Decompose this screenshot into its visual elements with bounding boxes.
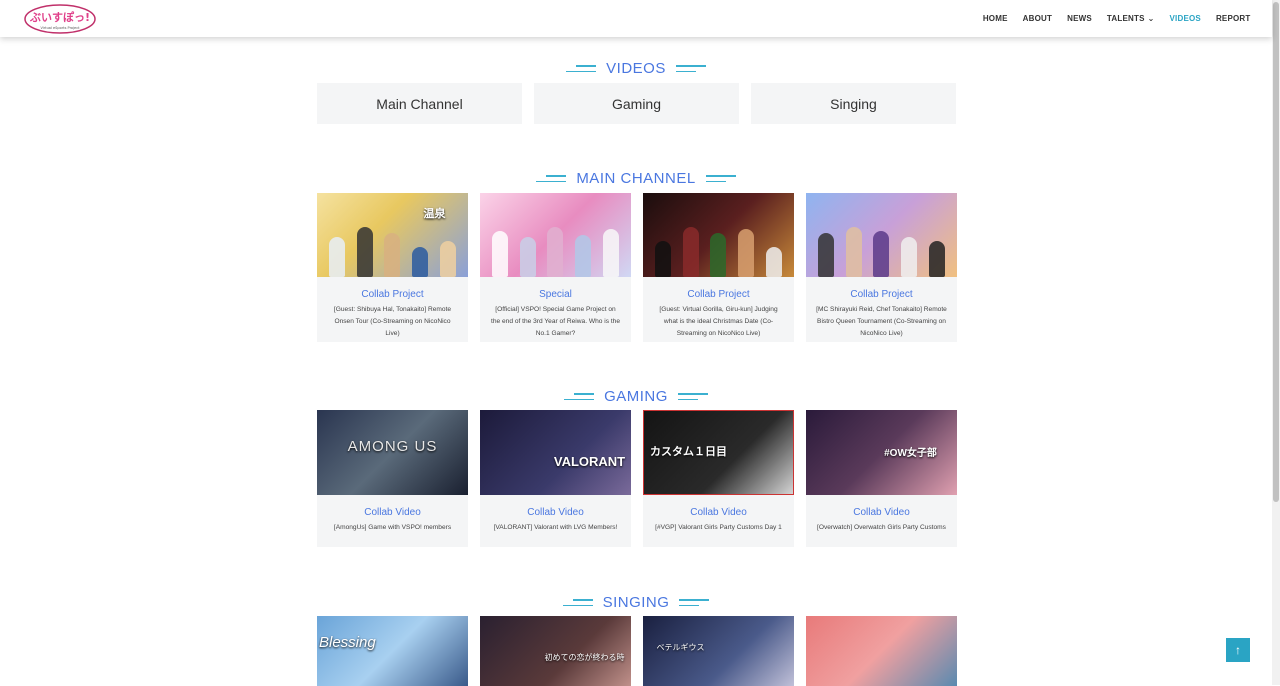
scroll-thumb[interactable] (1273, 2, 1279, 502)
title-decoration-icon (566, 64, 597, 73)
video-card[interactable]: 初めての恋が終わる時 (480, 616, 631, 686)
video-card[interactable]: 温泉 Collab Project [Guest: Shibuya Hal, T… (317, 193, 468, 342)
video-card[interactable]: Collab Project [Guest: Virtual Gorilla, … (643, 193, 794, 342)
title-decoration-icon (679, 598, 710, 607)
arrow-up-icon: ↑ (1235, 643, 1241, 657)
video-thumbnail[interactable] (806, 616, 957, 686)
nav-videos[interactable]: VIDEOS (1162, 14, 1208, 23)
videos-title-text: VIDEOS (606, 60, 666, 77)
video-thumbnail[interactable]: ベテルギウス (643, 616, 794, 686)
video-description: [#VGP] Valorant Girls Party Customs Day … (655, 524, 782, 531)
nav-about[interactable]: ABOUT (1015, 14, 1059, 23)
singing-title-text: SINGING (602, 594, 670, 611)
video-card[interactable]: Collab Project [MC Shirayuki Reid, Chef … (806, 193, 957, 342)
thumbnail-text: カスタム１日目 (650, 446, 727, 458)
nav-links: HOME ABOUT NEWS TALENTS ⌄ VIDEOS REPORT (975, 0, 1258, 37)
gaming-section-title: GAMING (0, 388, 1272, 405)
nav-videos-label: VIDEOS (1169, 14, 1201, 23)
video-thumbnail[interactable] (643, 193, 794, 277)
main-channel-title-text: MAIN CHANNEL (576, 170, 696, 187)
video-description: [Official] VSPO! Special Game Project on… (490, 306, 621, 337)
chevron-down-icon: ⌄ (1147, 13, 1155, 23)
svg-text:Virtual eSports Project: Virtual eSports Project (40, 26, 80, 30)
back-to-top-button[interactable]: ↑ (1226, 638, 1250, 662)
thumbnail-text: AMONG US (347, 438, 438, 455)
nav-home-label: HOME (982, 14, 1008, 23)
video-card[interactable]: VALORANT Collab Video [VALORANT] Valoran… (480, 410, 631, 547)
video-description: [VALORANT] Valorant with LVG Members! (493, 524, 618, 531)
gaming-title-text: GAMING (604, 388, 668, 405)
videos-section-title: VIDEOS (0, 60, 1272, 77)
title-decoration-icon (562, 598, 593, 607)
video-thumbnail[interactable]: #OW女子部 (806, 410, 957, 495)
video-tag: Collab Video (690, 507, 747, 518)
video-description: [Guest: Virtual Gorilla, Giru-kun] Judgi… (659, 306, 778, 337)
video-card[interactable]: カスタム１日目 Collab Video [#VGP] Valorant Gir… (643, 410, 794, 547)
video-description: [Overwatch] Overwatch Girls Party Custom… (817, 524, 946, 531)
video-tag: Collab Video (527, 507, 584, 518)
category-singing-button[interactable]: Singing (751, 83, 956, 124)
video-description: [Guest: Shibuya Hal, Tonakaito] Remote O… (333, 306, 452, 337)
video-thumbnail[interactable] (480, 193, 631, 277)
video-thumbnail[interactable]: 初めての恋が終わる時 (480, 616, 631, 686)
category-main-channel-button[interactable]: Main Channel (317, 83, 522, 124)
title-decoration-icon (675, 64, 706, 73)
thumbnail-text: VALORANT (553, 454, 626, 469)
video-description: [MC Shirayuki Reid, Chef Tonakaito] Remo… (816, 306, 947, 337)
video-tag: Special (539, 289, 572, 300)
nav-about-label: ABOUT (1022, 14, 1053, 23)
site-logo[interactable]: ぶいすぽっ! Virtual eSports Project (24, 4, 96, 34)
nav-report[interactable]: REPORT (1208, 14, 1258, 23)
thumbnail-text: 初めての恋が終わる時 (544, 653, 625, 662)
thumbnail-text: 温泉 (423, 208, 446, 220)
nav-news-label: NEWS (1067, 14, 1092, 23)
title-decoration-icon (705, 174, 736, 183)
video-card[interactable]: ベテルギウス (643, 616, 794, 686)
title-decoration-icon (564, 392, 595, 401)
thumbnail-text: #OW女子部 (884, 448, 937, 459)
video-thumbnail[interactable]: Blessing (317, 616, 468, 686)
scrollbar[interactable] (1272, 0, 1280, 685)
video-thumbnail[interactable] (806, 193, 957, 277)
thumbnail-text: ベテルギウス (656, 643, 705, 652)
video-card[interactable]: Blessing (317, 616, 468, 686)
nav-news[interactable]: NEWS (1060, 14, 1100, 23)
video-thumbnail[interactable]: カスタム１日目 (643, 410, 794, 495)
video-tag: Collab Project (361, 289, 424, 300)
thumbnail-text: Blessing (319, 634, 376, 651)
video-tag: Collab Project (850, 289, 913, 300)
video-category-tabs: Main Channel Gaming Singing (317, 83, 956, 124)
video-thumbnail[interactable]: 温泉 (317, 193, 468, 277)
main-channel-section-title: MAIN CHANNEL (0, 170, 1272, 187)
nav-talents-label: TALENTS (1106, 14, 1145, 23)
video-card[interactable]: Special [Official] VSPO! Special Game Pr… (480, 193, 631, 342)
video-card[interactable]: AMONG US Collab Video [AmongUs] Game wit… (317, 410, 468, 547)
video-card[interactable] (806, 616, 957, 686)
navbar: ぶいすぽっ! Virtual eSports Project HOME ABOU… (0, 0, 1272, 37)
video-tag: Collab Video (853, 507, 910, 518)
video-thumbnail[interactable]: AMONG US (317, 410, 468, 495)
category-gaming-button[interactable]: Gaming (534, 83, 739, 124)
svg-text:ぶいすぽっ!: ぶいすぽっ! (29, 10, 90, 24)
gaming-cards: AMONG US Collab Video [AmongUs] Game wit… (317, 410, 957, 547)
main-channel-cards: 温泉 Collab Project [Guest: Shibuya Hal, T… (317, 193, 957, 342)
singing-cards: Blessing 初めての恋が終わる時 ベテルギウス (317, 616, 957, 686)
nav-home[interactable]: HOME (975, 14, 1015, 23)
video-description: [AmongUs] Game with VSPO! members (333, 524, 452, 531)
singing-section-title: SINGING (0, 594, 1272, 611)
video-tag: Collab Video (364, 507, 421, 518)
nav-report-label: REPORT (1215, 14, 1251, 23)
video-tag: Collab Project (687, 289, 750, 300)
title-decoration-icon (677, 392, 708, 401)
video-thumbnail[interactable]: VALORANT (480, 410, 631, 495)
video-card[interactable]: #OW女子部 Collab Video [Overwatch] Overwatc… (806, 410, 957, 547)
title-decoration-icon (536, 174, 567, 183)
nav-talents[interactable]: TALENTS ⌄ (1099, 14, 1162, 23)
